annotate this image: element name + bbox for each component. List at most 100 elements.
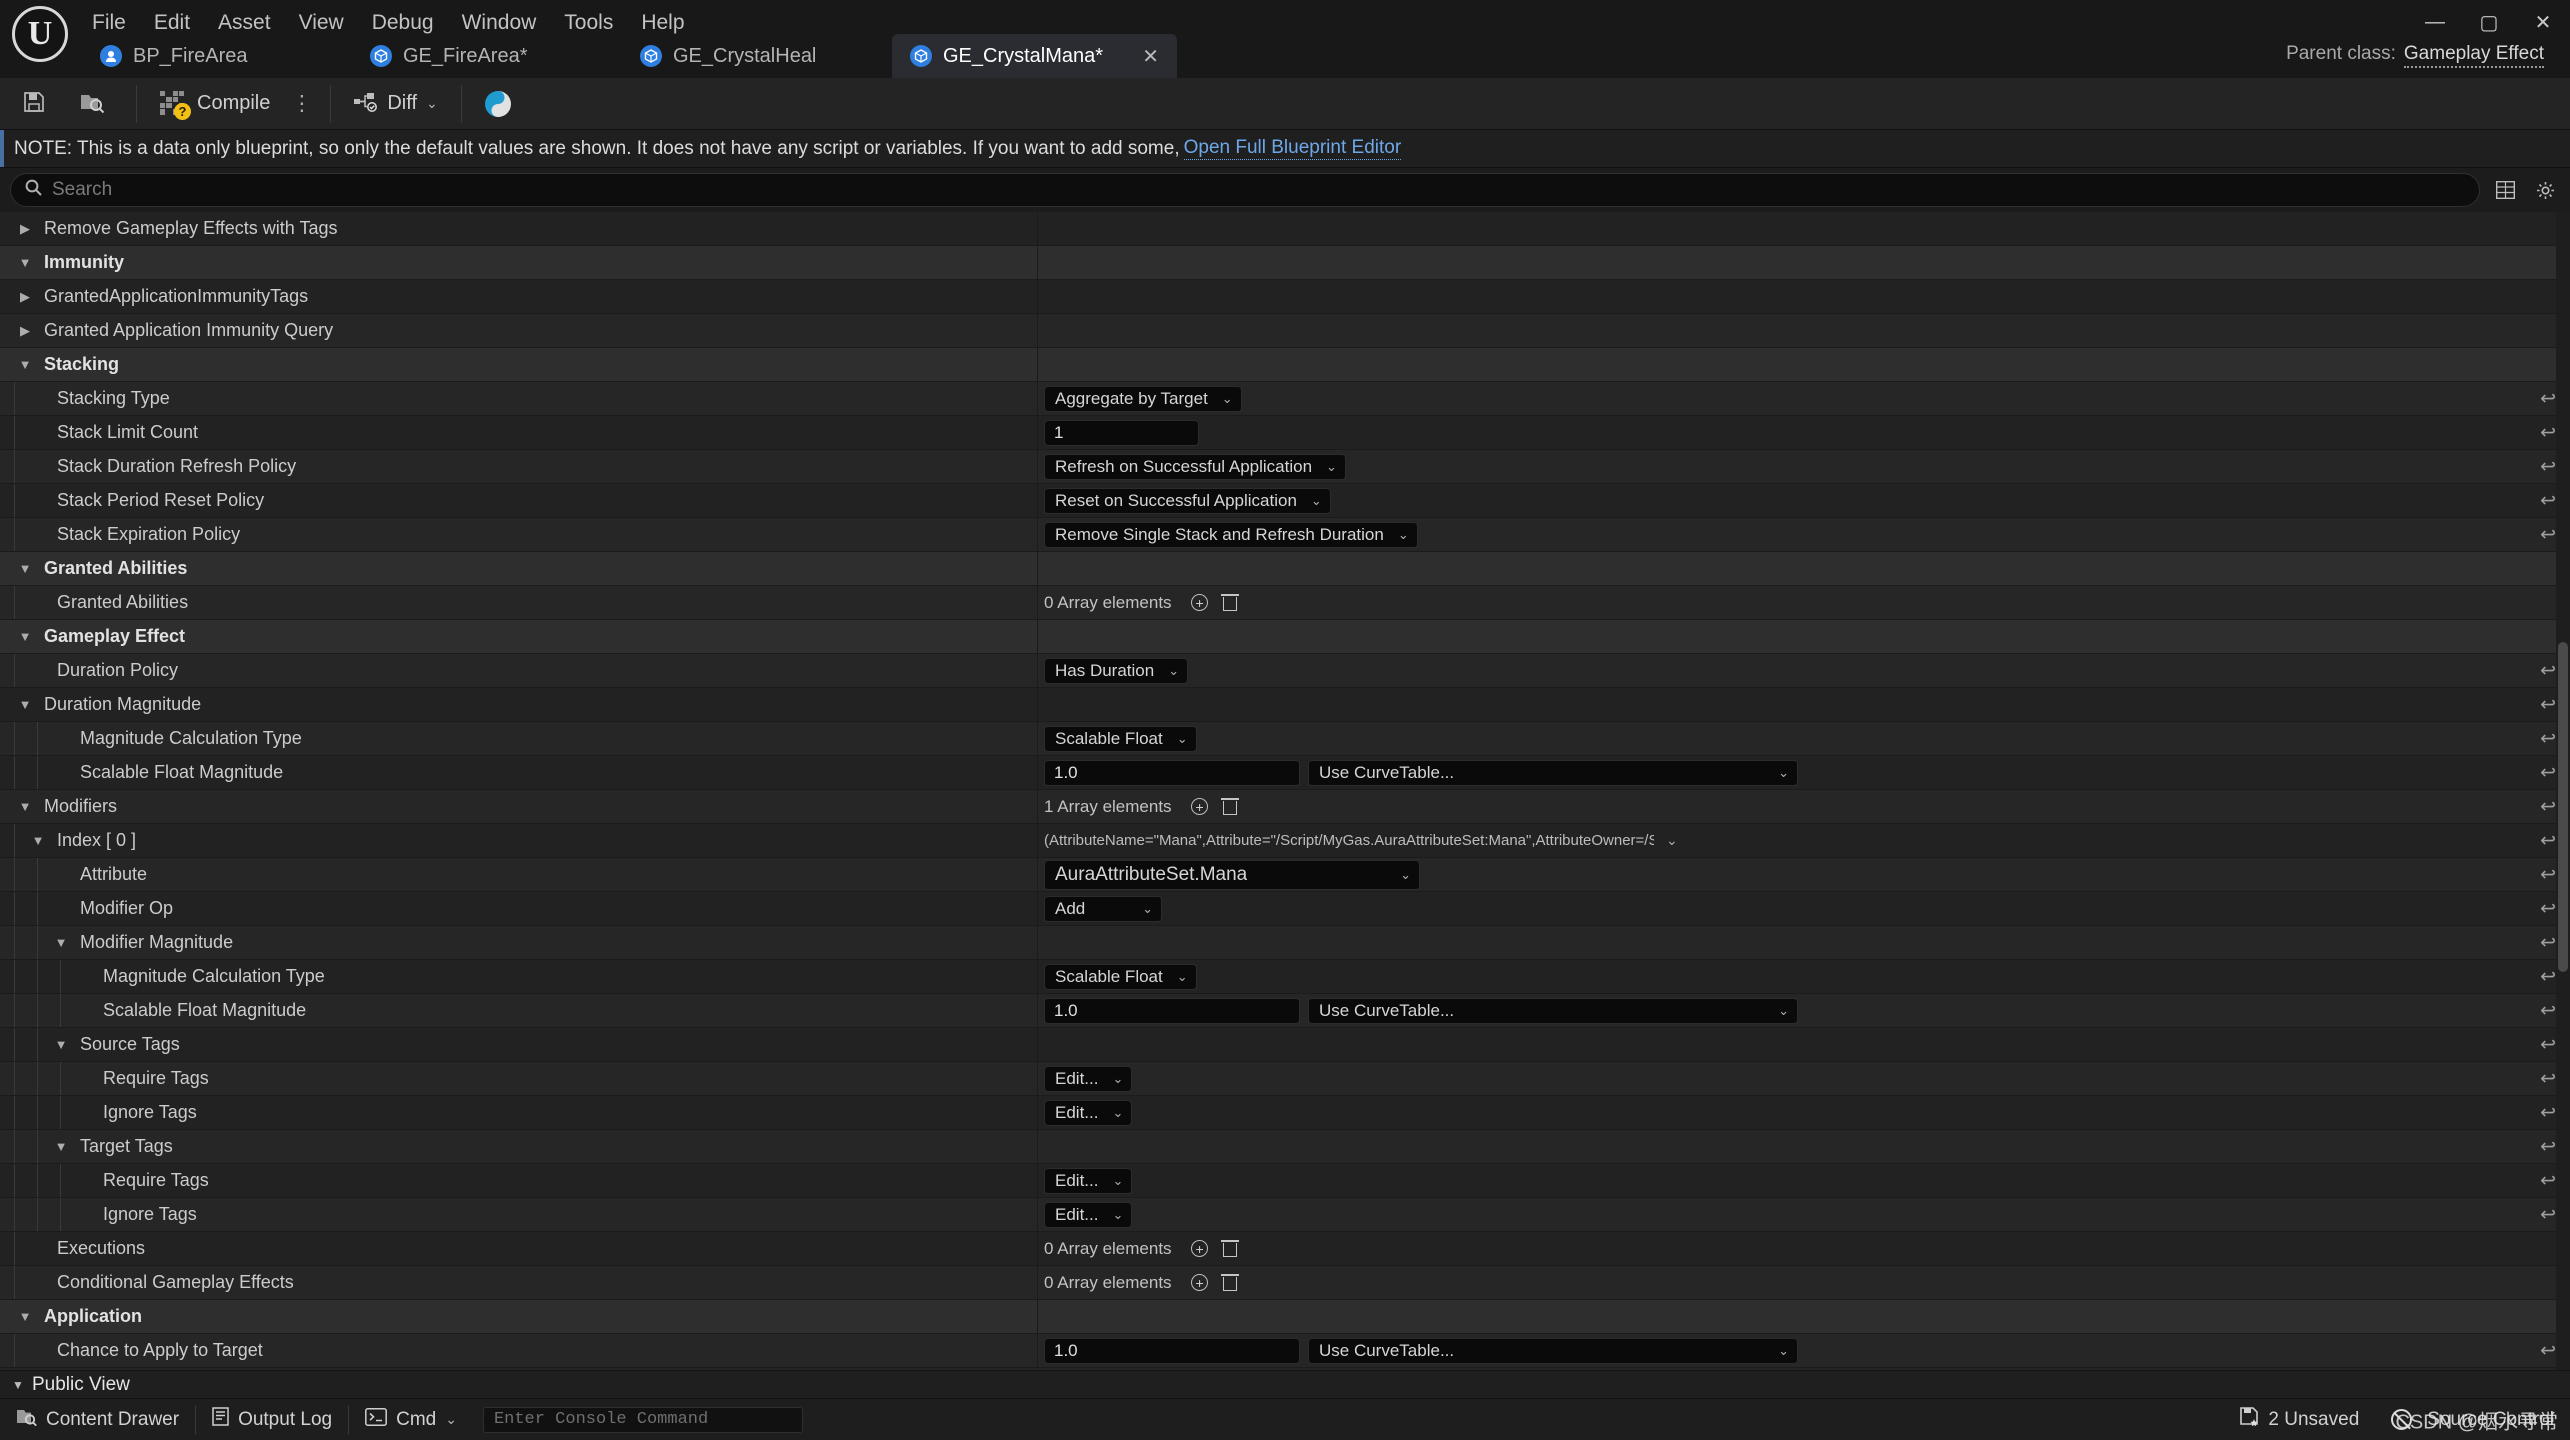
property-row[interactable]: Stack Limit Count 1 ↩ — [0, 416, 2570, 450]
enum-dropdown[interactable]: Add ⌄ — [1044, 895, 1162, 922]
maximize-button[interactable]: ▢ — [2462, 0, 2516, 44]
reset-to-default-button[interactable]: ↩ — [2540, 659, 2556, 682]
property-row[interactable]: Magnitude Calculation Type Scalable Float… — [0, 722, 2570, 756]
compile-options-button[interactable]: ⋮ — [283, 91, 320, 116]
chevron-down-icon[interactable]: ▼ — [50, 1139, 72, 1154]
enum-dropdown[interactable]: Refresh on Successful Application ⌄ — [1044, 453, 1346, 480]
chevron-right-icon[interactable]: ▶ — [14, 289, 36, 305]
attribute-dropdown[interactable]: AuraAttributeSet.Mana ⌄ — [1044, 859, 1420, 890]
search-input[interactable] — [52, 179, 2465, 201]
source-control-status-button[interactable]: Source Control — [2375, 1399, 2570, 1440]
enum-dropdown[interactable]: Reset on Successful Application ⌄ — [1044, 487, 1331, 514]
cmd-button[interactable]: Cmd ⌄ — [349, 1399, 473, 1440]
reset-to-default-button[interactable]: ↩ — [2540, 1135, 2556, 1158]
tab-ge-crystalmana[interactable]: GE_CrystalMana* ✕ — [892, 34, 1177, 78]
reset-to-default-button[interactable]: ↩ — [2540, 387, 2556, 410]
curve-table-dropdown[interactable]: Use CurveTable... ⌄ — [1308, 997, 1798, 1024]
reset-to-default-button[interactable]: ↩ — [2540, 931, 2556, 954]
compile-button[interactable]: ? Compile — [147, 83, 283, 125]
property-row[interactable]: Stack Duration Refresh Policy Refresh on … — [0, 450, 2570, 484]
property-row[interactable]: Ignore Tags Edit... ⌄ ↩ — [0, 1198, 2570, 1232]
add-array-element-button[interactable]: + — [1188, 1237, 1212, 1261]
chevron-down-icon[interactable]: ▼ — [14, 1309, 36, 1324]
chevron-right-icon[interactable]: ▶ — [14, 323, 36, 339]
edit-tags-dropdown[interactable]: Edit... ⌄ — [1044, 1065, 1133, 1092]
property-row[interactable]: Chance to Apply to Target 1.0 Use CurveTab… — [0, 1334, 2570, 1368]
category-row[interactable]: ▼ Application — [0, 1300, 2570, 1334]
console-command-box[interactable] — [482, 1406, 803, 1433]
property-row[interactable]: Require Tags Edit... ⌄ ↩ — [0, 1062, 2570, 1096]
category-row[interactable]: ▼ Gameplay Effect — [0, 620, 2570, 654]
add-array-element-button[interactable]: + — [1188, 795, 1212, 819]
property-row[interactable]: Stack Period Reset Policy Reset on Succes… — [0, 484, 2570, 518]
property-row[interactable]: Require Tags Edit... ⌄ ↩ — [0, 1164, 2570, 1198]
unsaved-button[interactable]: 2 Unsaved — [2224, 1399, 2375, 1440]
reset-to-default-button[interactable]: ↩ — [2540, 1101, 2556, 1124]
reset-to-default-button[interactable]: ↩ — [2540, 1203, 2556, 1226]
reset-to-default-button[interactable]: ↩ — [2540, 999, 2556, 1022]
property-row[interactable]: ▼ Target Tags ↩ — [0, 1130, 2570, 1164]
property-row[interactable]: Scalable Float Magnitude 1.0 Use CurveTabl… — [0, 756, 2570, 790]
reset-to-default-button[interactable]: ↩ — [2540, 455, 2556, 478]
edit-tags-dropdown[interactable]: Edit... ⌄ — [1044, 1201, 1133, 1228]
chevron-down-icon[interactable]: ▼ — [50, 1037, 72, 1052]
property-row[interactable]: Ignore Tags Edit... ⌄ ↩ — [0, 1096, 2570, 1130]
clear-array-button[interactable] — [1218, 1271, 1242, 1295]
chevron-down-icon[interactable]: ▼ — [14, 357, 36, 372]
clear-array-button[interactable] — [1218, 1237, 1242, 1261]
number-input[interactable]: 1 — [1044, 419, 1199, 446]
diff-button[interactable]: Diff ⌄ — [341, 83, 450, 125]
property-row[interactable]: Stack Expiration Policy Remove Single Sta… — [0, 518, 2570, 552]
reset-to-default-button[interactable]: ↩ — [2540, 897, 2556, 920]
reset-to-default-button[interactable]: ↩ — [2540, 761, 2556, 784]
minimize-button[interactable]: — — [2408, 0, 2462, 44]
reset-to-default-button[interactable]: ↩ — [2540, 795, 2556, 818]
category-row[interactable]: ▼ Stacking — [0, 348, 2570, 382]
reset-to-default-button[interactable]: ↩ — [2540, 1033, 2556, 1056]
content-drawer-button[interactable]: Content Drawer — [0, 1399, 195, 1440]
console-command-input[interactable] — [493, 1410, 792, 1429]
chevron-down-icon[interactable]: ▼ — [50, 935, 72, 950]
reset-to-default-button[interactable]: ↩ — [2540, 1339, 2556, 1362]
reset-to-default-button[interactable]: ↩ — [2540, 863, 2556, 886]
chevron-down-icon[interactable]: ▼ — [14, 561, 36, 576]
clear-array-button[interactable] — [1218, 591, 1242, 615]
property-row[interactable]: ▶ Granted Application Immunity Query — [0, 314, 2570, 348]
enum-dropdown[interactable]: Remove Single Stack and Refresh Duration… — [1044, 521, 1418, 548]
property-row[interactable]: Scalable Float Magnitude 1.0 Use CurveTabl… — [0, 994, 2570, 1028]
chevron-right-icon[interactable]: ▶ — [14, 221, 36, 237]
source-control-button[interactable] — [472, 83, 533, 125]
curve-table-dropdown[interactable]: Use CurveTable... ⌄ — [1308, 759, 1798, 786]
property-row[interactable]: ▼ Duration Magnitude ↩ — [0, 688, 2570, 722]
property-row[interactable]: ▶ Remove Gameplay Effects with Tags — [0, 212, 2570, 246]
output-log-button[interactable]: Output Log — [196, 1399, 348, 1440]
add-array-element-button[interactable]: + — [1188, 591, 1212, 615]
edit-tags-dropdown[interactable]: Edit... ⌄ — [1044, 1167, 1133, 1194]
property-row[interactable]: Granted Abilities 0 Array elements + — [0, 586, 2570, 620]
open-full-blueprint-editor-link[interactable]: Open Full Blueprint Editor — [1183, 137, 1402, 160]
category-row[interactable]: ▼ Immunity — [0, 246, 2570, 280]
property-row[interactable]: Modifier Op Add ⌄ ↩ — [0, 892, 2570, 926]
parent-class-link[interactable]: Gameplay Effect — [2403, 43, 2544, 68]
property-row[interactable]: ▼ Modifiers 1 Array elements + ↩ — [0, 790, 2570, 824]
number-input[interactable]: 1.0 — [1044, 1337, 1300, 1364]
chevron-down-icon[interactable]: ▼ — [14, 255, 36, 270]
property-row[interactable]: Duration Policy Has Duration ⌄ ↩ — [0, 654, 2570, 688]
reset-to-default-button[interactable]: ↩ — [2540, 829, 2556, 852]
clear-array-button[interactable] — [1218, 795, 1242, 819]
reset-to-default-button[interactable]: ↩ — [2540, 1169, 2556, 1192]
property-row[interactable]: Magnitude Calculation Type Scalable Float… — [0, 960, 2570, 994]
tab-bp-firearea[interactable]: BP_FireArea — [82, 34, 352, 78]
close-window-button[interactable]: ✕ — [2516, 0, 2570, 44]
property-row[interactable]: ▼ Index [ 0 ] (AttributeName="Mana",Attrib… — [0, 824, 2570, 858]
property-row[interactable]: ▼ Modifier Magnitude ↩ — [0, 926, 2570, 960]
property-row[interactable]: Conditional Gameplay Effects 0 Array elem… — [0, 1266, 2570, 1300]
reset-to-default-button[interactable]: ↩ — [2540, 727, 2556, 750]
reset-to-default-button[interactable]: ↩ — [2540, 523, 2556, 546]
curve-table-dropdown[interactable]: Use CurveTable... ⌄ — [1308, 1337, 1798, 1364]
reset-to-default-button[interactable]: ↩ — [2540, 1067, 2556, 1090]
save-button[interactable] — [10, 83, 67, 125]
chevron-down-icon[interactable]: ⌄ — [1666, 832, 1678, 849]
chevron-down-icon[interactable]: ▼ — [14, 799, 36, 814]
chevron-down-icon[interactable]: ▼ — [27, 833, 49, 848]
